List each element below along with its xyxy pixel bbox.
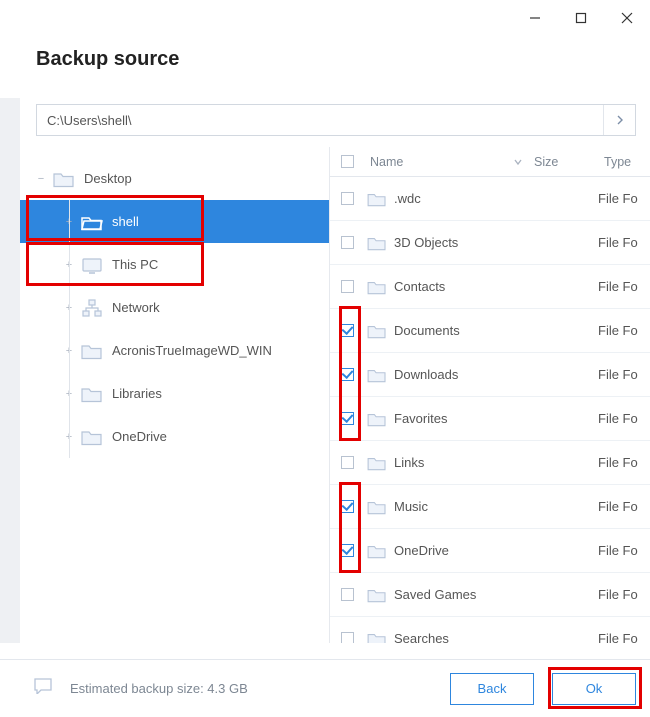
row-name: OneDrive: [390, 543, 528, 558]
pathbar: [36, 104, 636, 136]
folder-icon: [364, 279, 390, 295]
sort-indicator-icon: [514, 155, 522, 169]
row-checkbox[interactable]: [341, 368, 354, 381]
list-item[interactable]: Music File Fo: [330, 485, 650, 529]
row-checkbox[interactable]: [341, 280, 354, 293]
tree-item-acronistrueimagewd-win[interactable]: +AcronisTrueImageWD_WIN: [20, 329, 329, 372]
collapse-icon[interactable]: −: [34, 173, 48, 185]
row-type: File Fo: [598, 235, 650, 250]
row-checkbox[interactable]: [341, 456, 354, 469]
tree-item-shell[interactable]: +shell: [20, 200, 329, 243]
tree-item-onedrive[interactable]: +OneDrive: [20, 415, 329, 458]
folder-icon: [364, 499, 390, 515]
list-header: Name Size Type: [330, 147, 650, 177]
row-name: Favorites: [390, 411, 528, 426]
chat-icon[interactable]: [34, 678, 52, 699]
monitor-icon: [80, 255, 104, 275]
row-type: File Fo: [598, 191, 650, 206]
list-item[interactable]: OneDrive File Fo: [330, 529, 650, 573]
footer: Estimated backup size: 4.3 GB Back Ok: [0, 659, 650, 717]
path-go-button[interactable]: [603, 105, 635, 135]
path-input[interactable]: [37, 105, 603, 135]
row-name: 3D Objects: [390, 235, 528, 250]
row-type: File Fo: [598, 631, 650, 643]
list-item[interactable]: Saved Games File Fo: [330, 573, 650, 617]
list-item[interactable]: Favorites File Fo: [330, 397, 650, 441]
row-type: File Fo: [598, 499, 650, 514]
row-checkbox[interactable]: [341, 412, 354, 425]
list-item[interactable]: Links File Fo: [330, 441, 650, 485]
list-item[interactable]: Searches File Fo: [330, 617, 650, 643]
folder-icon: [364, 367, 390, 383]
row-type: File Fo: [598, 543, 650, 558]
row-name: Downloads: [390, 367, 528, 382]
row-checkbox[interactable]: [341, 324, 354, 337]
tree-item-this-pc[interactable]: +This PC: [20, 243, 329, 286]
maximize-button[interactable]: [558, 0, 604, 36]
back-button[interactable]: Back: [450, 673, 534, 705]
folder-open-icon: [80, 212, 104, 232]
row-type: File Fo: [598, 367, 650, 382]
network-icon: [80, 298, 104, 318]
folder-icon: [364, 411, 390, 427]
tree-item-label: OneDrive: [112, 429, 167, 444]
folder-icon: [364, 191, 390, 207]
row-name: Contacts: [390, 279, 528, 294]
list-item[interactable]: Contacts File Fo: [330, 265, 650, 309]
column-header-type[interactable]: Type: [598, 155, 650, 169]
row-type: File Fo: [598, 279, 650, 294]
column-header-name[interactable]: Name: [364, 155, 528, 169]
row-checkbox[interactable]: [341, 632, 354, 643]
row-type: File Fo: [598, 455, 650, 470]
list-item[interactable]: Downloads File Fo: [330, 353, 650, 397]
row-name: Searches: [390, 631, 528, 643]
tree-item-label: AcronisTrueImageWD_WIN: [112, 343, 272, 358]
row-name: Music: [390, 499, 528, 514]
folder-icon: [80, 384, 104, 404]
folder-icon: [364, 631, 390, 644]
folder-icon: [80, 341, 104, 361]
ok-button[interactable]: Ok: [552, 673, 636, 705]
row-checkbox[interactable]: [341, 544, 354, 557]
list-item[interactable]: 3D Objects File Fo: [330, 221, 650, 265]
row-checkbox[interactable]: [341, 192, 354, 205]
row-name: Links: [390, 455, 528, 470]
folder-icon: [364, 235, 390, 251]
row-type: File Fo: [598, 587, 650, 602]
row-name: .wdc: [390, 191, 528, 206]
left-gutter: [0, 98, 20, 643]
tree-item-label: Network: [112, 300, 160, 315]
folder-icon: [52, 169, 76, 189]
tree-root-desktop[interactable]: − Desktop: [20, 157, 329, 200]
row-name: Documents: [390, 323, 528, 338]
row-checkbox[interactable]: [341, 588, 354, 601]
page-title: Backup source: [36, 48, 179, 71]
tree-item-label: shell: [112, 214, 139, 229]
tree-item-network[interactable]: +Network: [20, 286, 329, 329]
close-button[interactable]: [604, 0, 650, 36]
folder-icon: [364, 323, 390, 339]
row-name: Saved Games: [390, 587, 528, 602]
folder-icon: [364, 543, 390, 559]
row-type: File Fo: [598, 411, 650, 426]
minimize-button[interactable]: [512, 0, 558, 36]
row-checkbox[interactable]: [341, 500, 354, 513]
folder-icon: [364, 455, 390, 471]
list-item[interactable]: Documents File Fo: [330, 309, 650, 353]
estimate-label: Estimated backup size: 4.3 GB: [70, 681, 248, 696]
folder-icon: [80, 427, 104, 447]
row-checkbox[interactable]: [341, 236, 354, 249]
tree-item-label: This PC: [112, 257, 158, 272]
row-type: File Fo: [598, 323, 650, 338]
list-item[interactable]: .wdc File Fo: [330, 177, 650, 221]
select-all-checkbox[interactable]: [341, 155, 354, 168]
tree-item-libraries[interactable]: +Libraries: [20, 372, 329, 415]
column-header-size[interactable]: Size: [528, 155, 598, 169]
tree-item-label: Desktop: [84, 171, 132, 186]
tree-item-label: Libraries: [112, 386, 162, 401]
folder-icon: [364, 587, 390, 603]
